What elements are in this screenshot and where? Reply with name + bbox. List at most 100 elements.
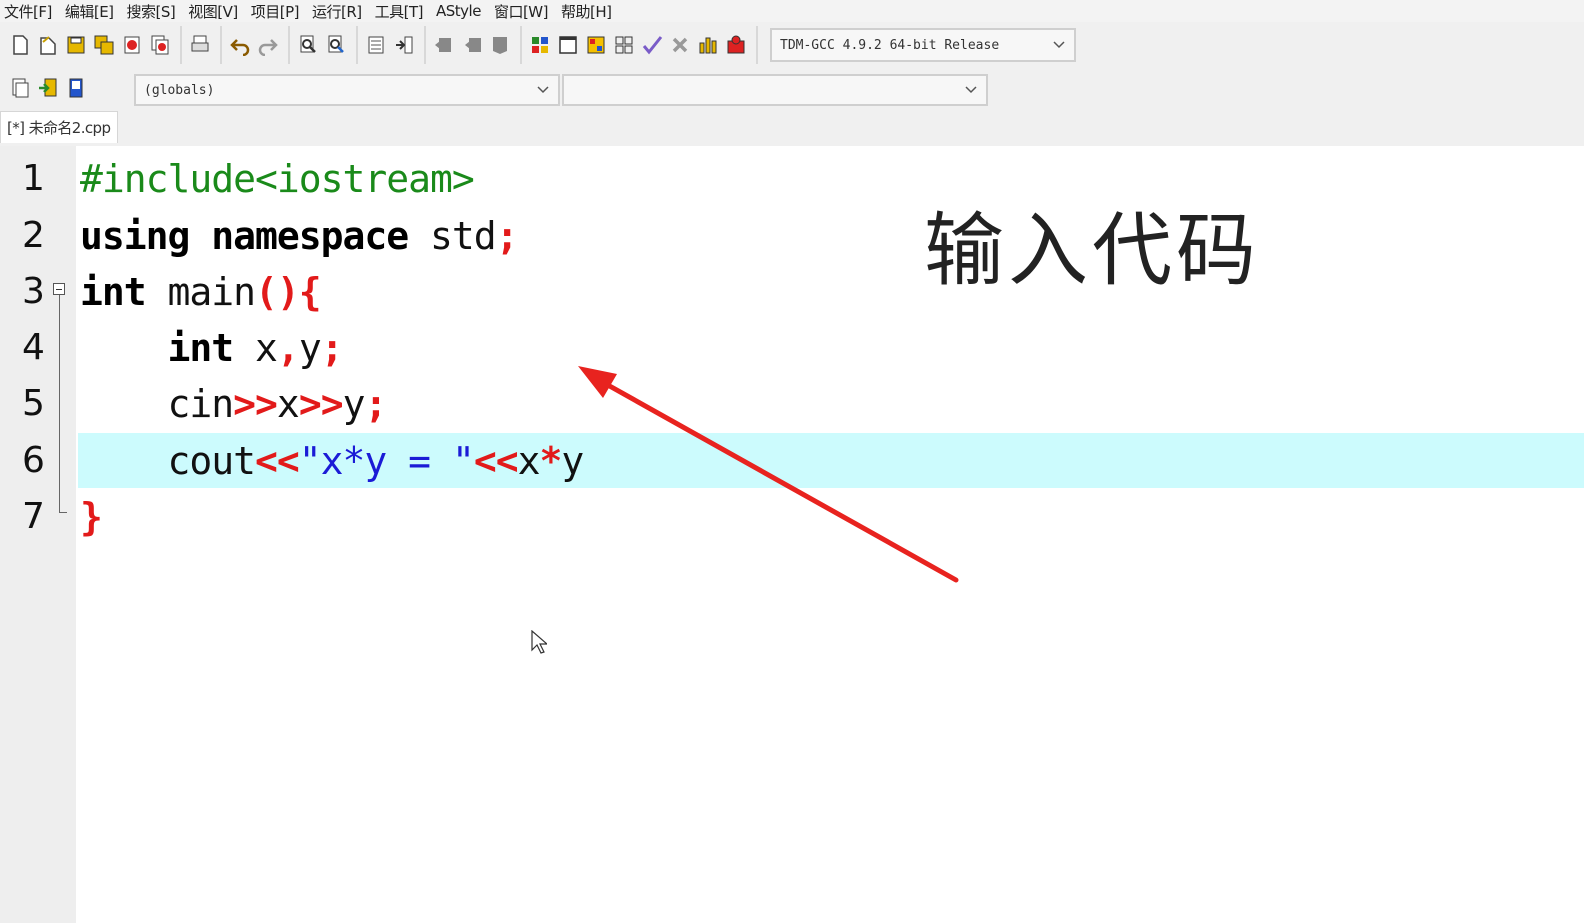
check-icon[interactable] — [640, 32, 664, 58]
code-line-1: #include<iostream> — [80, 151, 475, 207]
main-toolbar: TDM-GCC 4.9.2 64-bit Release — [0, 24, 1150, 66]
print-toolbar-group — [180, 26, 218, 64]
code-token: ; — [320, 326, 344, 370]
undo-toolbar-group — [220, 26, 286, 64]
color-grid-icon[interactable] — [584, 32, 608, 58]
code-editor[interactable]: 1 2 3 4 5 6 7 #include<iostream> using n… — [0, 146, 1584, 923]
code-token: "x*y = " — [298, 439, 475, 483]
code-token: y — [342, 382, 366, 426]
code-token: cout — [80, 439, 257, 483]
stop-icon[interactable] — [668, 32, 692, 58]
code-token: (){ — [255, 270, 322, 314]
toggle-comment-icon[interactable] — [488, 32, 512, 58]
unindent-icon[interactable] — [392, 32, 416, 58]
bookmark-next-icon[interactable] — [460, 32, 484, 58]
goto-definition-icon[interactable] — [64, 75, 88, 101]
line-number-gutter: 1 2 3 4 5 6 7 — [0, 146, 76, 923]
search-toolbar-group — [288, 26, 354, 64]
window-icon[interactable] — [556, 32, 580, 58]
menu-window[interactable]: 窗口[W] — [490, 1, 557, 22]
code-line-6: cout<<"x*y = "<<x*y — [80, 433, 585, 489]
close-file-icon[interactable] — [120, 32, 144, 58]
code-line-5: cin>>x>>y; — [80, 376, 388, 432]
line-number: 7 — [22, 496, 45, 537]
save-icon[interactable] — [64, 32, 88, 58]
menu-help[interactable]: 帮助[H] — [557, 1, 620, 22]
code-token: std — [408, 214, 497, 258]
debug-icon[interactable] — [724, 32, 748, 58]
bookmark-toolbar-group — [424, 26, 518, 64]
bookmark-prev-icon[interactable] — [432, 32, 456, 58]
class-browser-group — [2, 69, 94, 107]
file-toolbar-group — [2, 26, 178, 64]
member-select[interactable] — [562, 74, 988, 106]
member-select-value — [564, 80, 572, 95]
new-file-icon[interactable] — [8, 32, 32, 58]
code-token: main — [145, 270, 257, 314]
annotation-text: 输入代码 — [924, 204, 1260, 297]
fold-end — [59, 512, 67, 513]
tab-file[interactable]: [*] 未命名2.cpp — [0, 111, 118, 143]
grid-icon[interactable] — [612, 32, 636, 58]
open-file-icon[interactable] — [36, 32, 60, 58]
goto-declaration-icon[interactable] — [36, 75, 60, 101]
code-token: << — [255, 439, 300, 483]
menu-view[interactable]: 视图[V] — [184, 1, 246, 22]
code-line-4: int x,y; — [80, 320, 344, 376]
line-number: 3 — [22, 271, 45, 312]
menu-search[interactable]: 搜索[S] — [123, 1, 185, 22]
save-all-icon[interactable] — [92, 32, 116, 58]
indent-toolbar-group — [356, 26, 422, 64]
code-token: * — [539, 439, 562, 483]
indent-icon[interactable] — [364, 32, 388, 58]
line-number: 2 — [22, 215, 45, 256]
fold-toggle-icon[interactable] — [53, 283, 65, 295]
undo-icon[interactable] — [228, 32, 252, 58]
code-token: >> — [233, 382, 278, 426]
code-token: int — [80, 326, 235, 370]
tile-icon[interactable] — [528, 32, 552, 58]
code-token: ; — [495, 214, 519, 258]
redo-icon[interactable] — [256, 32, 280, 58]
code-token: int — [80, 270, 147, 314]
compiler-toolbar-group: TDM-GCC 4.9.2 64-bit Release — [756, 26, 1080, 64]
line-number: 6 — [22, 440, 45, 481]
code-token: y — [561, 439, 584, 483]
line-number: 1 — [22, 158, 45, 199]
code-token: x — [233, 326, 278, 370]
replace-icon[interactable] — [324, 32, 348, 58]
fold-line — [59, 295, 60, 513]
code-token: #include<iostream> — [80, 157, 475, 201]
line-number: 4 — [22, 327, 45, 368]
mouse-cursor-icon — [531, 630, 547, 654]
close-all-icon[interactable] — [148, 32, 172, 58]
code-line-2: using namespace std; — [80, 208, 519, 264]
chevron-down-icon — [1053, 41, 1065, 49]
scope-select-value: (globals) — [144, 82, 215, 98]
menu-edit[interactable]: 编辑[E] — [61, 1, 123, 22]
menu-tools[interactable]: 工具[T] — [371, 1, 432, 22]
code-line-3: int main(){ — [80, 264, 322, 320]
tab-file-label: [*] 未命名2.cpp — [7, 119, 111, 137]
class-browser-icon[interactable] — [8, 75, 32, 101]
compiler-select[interactable]: TDM-GCC 4.9.2 64-bit Release — [770, 28, 1076, 62]
layout-toolbar-group — [520, 26, 754, 64]
code-token: >> — [298, 382, 344, 426]
code-token: , — [276, 326, 300, 370]
compiler-select-value: TDM-GCC 4.9.2 64-bit Release — [780, 37, 1000, 53]
code-token: cin — [80, 382, 235, 426]
chevron-down-icon — [537, 86, 549, 94]
chart-icon[interactable] — [696, 32, 720, 58]
scope-select[interactable]: (globals) — [134, 74, 560, 106]
find-icon[interactable] — [296, 32, 320, 58]
print-icon[interactable] — [188, 32, 212, 58]
code-token: x — [517, 439, 541, 483]
code-token: } — [80, 495, 103, 539]
menu-file[interactable]: 文件[F] — [0, 1, 61, 22]
code-token: << — [473, 439, 519, 483]
menu-run[interactable]: 运行[R] — [308, 1, 371, 22]
line-number: 5 — [22, 383, 45, 424]
menu-astyle[interactable]: AStyle — [432, 2, 490, 20]
code-token: x — [276, 382, 300, 426]
menu-project[interactable]: 项目[P] — [247, 1, 308, 22]
